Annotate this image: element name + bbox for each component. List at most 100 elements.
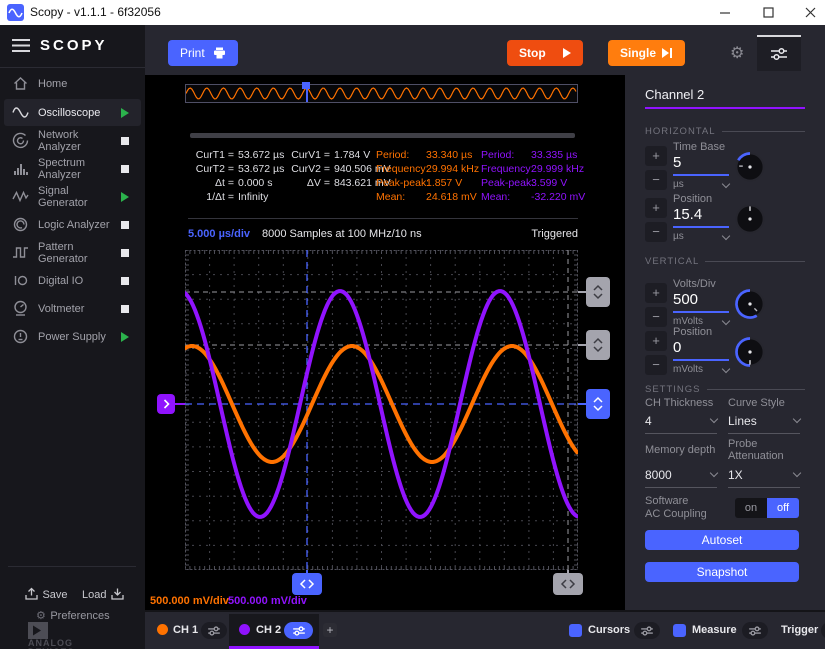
memory-depth-select[interactable]: Memory depth 8000 xyxy=(645,444,717,488)
home-icon xyxy=(12,75,29,92)
hamburger-menu-icon[interactable] xyxy=(12,39,30,57)
channel-settings-menu-button[interactable] xyxy=(757,37,801,71)
toggle-on-option[interactable]: on xyxy=(735,498,767,518)
ch-thickness-select[interactable]: CH Thickness 4 xyxy=(645,397,717,434)
sidebar-item-oscilloscope[interactable]: Oscilloscope xyxy=(4,99,141,126)
single-button[interactable]: Single xyxy=(608,40,685,66)
ch1-tab[interactable]: CH 1 xyxy=(173,624,198,636)
updown-chevrons-icon xyxy=(592,283,604,301)
h-position-unit-dropdown[interactable]: µs xyxy=(673,231,729,242)
sidebar-item-logic-analyzer[interactable]: Logic Analyzer xyxy=(4,211,141,238)
horizontal-section-header: HORIZONTAL xyxy=(645,125,805,137)
waveform-plot[interactable] xyxy=(185,250,578,570)
measure-checkbox[interactable] xyxy=(673,624,686,637)
volts-div-value[interactable]: 500 xyxy=(673,291,698,308)
channel2-offset-handle[interactable] xyxy=(157,394,175,414)
chevron-down-icon xyxy=(722,180,730,188)
toggle-off-option[interactable]: off xyxy=(767,498,799,518)
close-button[interactable] xyxy=(790,0,825,25)
updown-chevrons-icon xyxy=(592,336,604,354)
sidebar: SCOPY Home Oscilloscope Network Analyzer… xyxy=(0,25,145,649)
preview-trigger-marker[interactable] xyxy=(302,82,310,89)
voltage-cursor1-handle[interactable] xyxy=(586,277,610,307)
trigger-position-handle[interactable] xyxy=(292,573,322,595)
ch2-scale-label: 500.000 mV/div xyxy=(228,595,307,607)
sidebar-item-spectrum-analyzer[interactable]: Spectrum Analyzer xyxy=(4,155,141,182)
ch1-settings-button[interactable] xyxy=(201,622,227,639)
stop-indicator-icon[interactable] xyxy=(121,137,129,145)
trigger-settings-button[interactable] xyxy=(821,622,825,639)
volts-div-increment-button[interactable]: + xyxy=(645,283,667,303)
v-position-knob[interactable] xyxy=(732,334,768,370)
voltage-cursor2-handle[interactable] xyxy=(586,330,610,360)
cursors-checkbox[interactable] xyxy=(569,624,582,637)
add-channel-button[interactable]: + xyxy=(323,623,337,637)
sidebar-item-network-analyzer[interactable]: Network Analyzer xyxy=(4,127,141,154)
preview-waveform xyxy=(186,85,577,102)
print-button[interactable]: Print xyxy=(168,40,238,66)
sidebar-item-signal-generator[interactable]: Signal Generator xyxy=(4,183,141,210)
trigger-connector xyxy=(578,403,586,405)
ch2-tab-label[interactable]: CH 2 xyxy=(256,624,281,636)
load-button[interactable]: Load xyxy=(82,585,124,603)
probe-attenuation-select[interactable]: Probe Attenuation 1X xyxy=(728,438,800,488)
sidebar-item-digital-io[interactable]: Digital IO xyxy=(4,267,141,294)
snapshot-button[interactable]: Snapshot xyxy=(645,562,799,582)
vertical-position-control: + − Position 0 mVolts xyxy=(645,330,805,380)
time-base-unit-dropdown[interactable]: µs xyxy=(673,179,729,190)
time-base-value[interactable]: 5 xyxy=(673,154,681,171)
play-icon xyxy=(563,48,571,58)
stop-indicator-icon[interactable] xyxy=(121,249,129,257)
v-position-decrement-button[interactable]: − xyxy=(645,355,667,375)
settings-section-header: SETTINGS xyxy=(645,383,805,395)
v-position-unit-dropdown[interactable]: mVolts xyxy=(673,364,729,375)
window-titlebar: Scopy - v1.1.1 - 6f32056 xyxy=(0,0,825,26)
horizontal-scrollbar[interactable] xyxy=(190,133,575,138)
trigger-label[interactable]: Trigger xyxy=(781,624,818,636)
time-base-increment-button[interactable]: + xyxy=(645,146,667,166)
sidebar-header: SCOPY xyxy=(0,25,145,68)
measure-label[interactable]: Measure xyxy=(692,624,737,636)
volts-div-decrement-button[interactable]: − xyxy=(645,307,667,327)
autoset-button[interactable]: Autoset xyxy=(645,530,799,550)
sidebar-item-home[interactable]: Home xyxy=(4,70,141,97)
h-position-value[interactable]: 15.4 xyxy=(673,206,702,223)
run-indicator-icon[interactable] xyxy=(121,192,129,202)
stop-indicator-icon[interactable] xyxy=(121,305,129,313)
stop-button[interactable]: Stop xyxy=(507,40,583,66)
time-base-decrement-button[interactable]: − xyxy=(645,170,667,190)
trigger-level-handle[interactable] xyxy=(586,389,610,419)
sidebar-item-power-supply[interactable]: Power Supply xyxy=(4,323,141,350)
measure-settings-button[interactable] xyxy=(742,622,768,639)
curve-style-select[interactable]: Curve Style Lines xyxy=(728,397,800,434)
acquisition-preview[interactable] xyxy=(185,84,578,103)
chevron-down-icon xyxy=(793,415,801,423)
minimize-button[interactable] xyxy=(705,0,745,25)
cursors-settings-button[interactable] xyxy=(634,622,660,639)
run-indicator-icon[interactable] xyxy=(121,108,129,118)
sliders-icon xyxy=(207,626,221,636)
time-base-knob[interactable] xyxy=(732,149,768,185)
general-settings-gear-icon[interactable]: ⚙ xyxy=(730,46,744,62)
v-position-value[interactable]: 0 xyxy=(673,339,681,356)
voltmeter-icon xyxy=(12,300,29,317)
run-indicator-icon[interactable] xyxy=(121,332,129,342)
maximize-button[interactable] xyxy=(748,0,788,25)
stop-indicator-icon[interactable] xyxy=(121,165,129,173)
h-position-knob[interactable] xyxy=(732,201,768,237)
ch2-settings-button[interactable] xyxy=(284,622,313,639)
ch2-color-dot xyxy=(239,624,250,635)
volts-div-knob[interactable] xyxy=(732,286,768,322)
h-position-increment-button[interactable]: + xyxy=(645,198,667,218)
sidebar-item-pattern-generator[interactable]: Pattern Generator xyxy=(4,239,141,266)
stop-indicator-icon[interactable] xyxy=(121,277,129,285)
stop-indicator-icon[interactable] xyxy=(121,221,129,229)
time-cursor-handle[interactable] xyxy=(553,573,583,595)
cursors-label[interactable]: Cursors xyxy=(588,624,630,636)
v-position-increment-button[interactable]: + xyxy=(645,331,667,351)
ac-coupling-toggle[interactable]: on off xyxy=(735,498,799,518)
save-button[interactable]: Save xyxy=(25,585,68,603)
sidebar-item-voltmeter[interactable]: Voltmeter xyxy=(4,295,141,322)
channel-settings-panel: Channel 2 HORIZONTAL + − Time Base 5 µs … xyxy=(625,75,825,610)
h-position-decrement-button[interactable]: − xyxy=(645,222,667,242)
